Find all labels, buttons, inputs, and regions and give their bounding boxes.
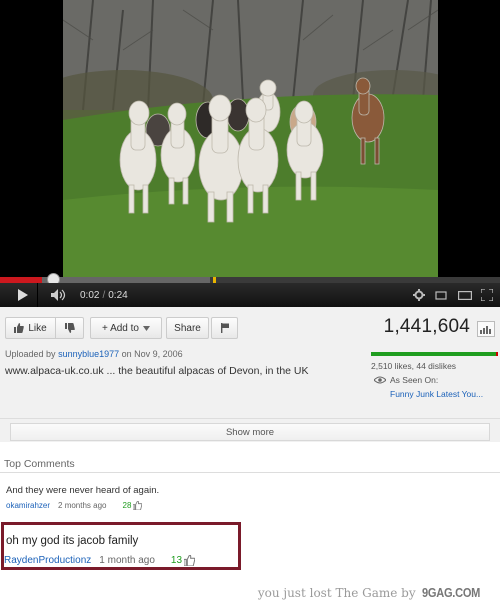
seen-on-links[interactable]: Funny Junk Latest You... xyxy=(390,389,483,399)
comment-text: And they were never heard of again. xyxy=(6,485,160,496)
likes-dislikes-count: 2,510 likes, 44 dislikes xyxy=(371,361,457,371)
video-info-panel: Uploaded by sunnyblue1977 on Nov 9, 2006… xyxy=(0,347,500,424)
footer-brand-logo: 9GAG.COM xyxy=(421,585,480,600)
comments-divider xyxy=(0,472,500,473)
play-button[interactable] xyxy=(8,283,38,307)
play-icon xyxy=(17,289,28,301)
fullscreen-button[interactable] xyxy=(478,283,496,307)
seen-on-label-row: As Seen On: xyxy=(374,375,438,385)
small-player-button[interactable] xyxy=(432,283,450,307)
footer-text: you just lost The Game by xyxy=(257,585,416,600)
upload-line: Uploaded by sunnyblue1977 on Nov 9, 2006 xyxy=(5,349,183,359)
upload-prefix: Uploaded by xyxy=(5,349,56,359)
video-description: www.alpaca-uk.co.uk ... the beautiful al… xyxy=(5,365,309,377)
uploader-link[interactable]: sunnyblue1977 xyxy=(58,349,119,359)
large-player-icon xyxy=(458,290,472,300)
comment-author-link[interactable]: okamirahzer xyxy=(6,501,50,510)
small-player-icon xyxy=(435,290,447,300)
comment-text: oh my god its jacob family xyxy=(6,535,139,547)
thumbs-up-icon[interactable] xyxy=(184,555,196,566)
footer-caption: you just lost The Game by 9GAG.COM xyxy=(258,585,490,600)
settings-button[interactable] xyxy=(410,283,428,307)
video-player[interactable]: 0:02 / 0:24 xyxy=(0,0,500,307)
comment-author-link[interactable]: RaydenProductionz xyxy=(4,555,91,566)
like-ratio-fill xyxy=(371,352,496,356)
footer: you just lost The Game by 9GAG.COM xyxy=(0,582,500,607)
thumbs-down-icon xyxy=(64,323,75,333)
current-time: 0:02 xyxy=(80,289,100,301)
comment-age: 1 month ago xyxy=(99,555,155,566)
show-more-button[interactable]: Show more xyxy=(10,423,490,441)
add-to-button[interactable]: + Add to xyxy=(90,317,162,339)
dislike-button[interactable] xyxy=(56,317,84,339)
comment-like-count: 13 xyxy=(170,555,183,566)
add-to-label: + Add to xyxy=(102,322,139,334)
thumbs-up-icon[interactable] xyxy=(133,501,143,510)
chevron-down-icon xyxy=(142,325,150,331)
stats-button[interactable] xyxy=(477,321,495,337)
speaker-icon xyxy=(51,289,66,301)
volume-button[interactable] xyxy=(44,283,74,307)
comments-section: Top Comments And they were never heard o… xyxy=(0,442,500,582)
show-more-row: Show more xyxy=(0,418,500,442)
time-display: 0:02 / 0:24 xyxy=(80,283,150,307)
comments-heading: Top Comments xyxy=(4,458,75,470)
fullscreen-icon xyxy=(481,289,493,301)
bar-chart-icon xyxy=(480,326,491,334)
comment-age: 2 months ago xyxy=(58,501,107,510)
share-label: Share xyxy=(174,322,201,334)
large-player-button[interactable] xyxy=(456,283,474,307)
gear-icon xyxy=(413,289,425,301)
comment-meta: RaydenProductionz 1 month ago 13 xyxy=(4,555,196,566)
time-separator: / xyxy=(102,289,106,301)
video-scene-alpacas xyxy=(63,0,438,277)
upload-date: on Nov 9, 2006 xyxy=(121,349,183,359)
like-ratio-bar xyxy=(371,352,498,356)
view-count: 1,441,604 xyxy=(383,316,470,337)
action-bar: Like + Add to Share 1,441,604 xyxy=(0,307,500,347)
video-frame[interactable] xyxy=(63,0,438,277)
flag-icon xyxy=(220,323,229,333)
player-controls: 0:02 / 0:24 xyxy=(0,283,500,307)
thumbs-up-icon xyxy=(14,323,25,333)
like-button[interactable]: Like xyxy=(5,317,56,339)
seen-on-label: As Seen On: xyxy=(390,375,439,385)
eye-icon xyxy=(374,376,386,384)
duration: 0:24 xyxy=(108,289,128,301)
comment-meta: okamirahzer 2 months ago 28 xyxy=(6,501,143,510)
flag-button[interactable] xyxy=(211,317,238,339)
share-button[interactable]: Share xyxy=(166,317,209,339)
comment-like-count: 28 xyxy=(122,501,132,510)
like-label: Like xyxy=(28,322,47,334)
